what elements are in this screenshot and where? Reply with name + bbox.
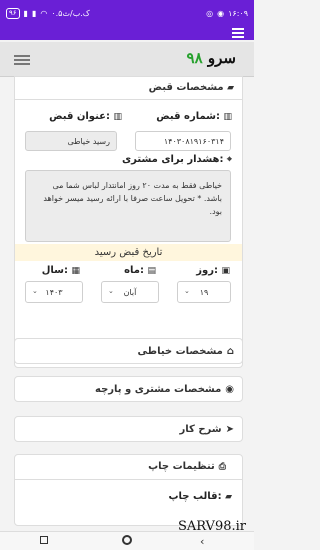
barcode-icon: ▥ [223, 111, 232, 122]
signal-icon-2: ▮ [31, 8, 37, 18]
customer-section[interactable]: مشخصات مشتری و پارچه ◉ [14, 376, 243, 402]
location-icon: ⌖ [226, 154, 232, 165]
chevron-down-icon: ⌄ [32, 287, 38, 295]
menu-icon[interactable] [14, 55, 30, 65]
year-label: سال: ▦ [41, 265, 80, 276]
customer-header: مشخصات مشتری و پارچه ◉ [95, 383, 234, 395]
day-select[interactable]: ⌄ ۱۹ [177, 281, 231, 303]
receipt-title-label: عنوان قبض: ▥ [49, 111, 122, 122]
month-label: ماه: ▤ [124, 265, 156, 276]
tailor-section[interactable]: مشخصات خیاطی ⌂ [14, 338, 243, 364]
job-header: شرح کار ➤ [179, 423, 234, 435]
status-bar: ۹۶ ▮ ▮ ◠ ۰.۵ک.ب/ث ◎ ◉ ۱۶:۰۹ [0, 0, 254, 26]
overflow-menu-icon[interactable] [232, 28, 244, 38]
home-button[interactable] [122, 535, 132, 545]
print-template-label: قالب چاپ: ▰ [168, 491, 232, 502]
year-select[interactable]: ⌄ ۱۴۰۳ [25, 281, 83, 303]
template-icon: ▰ [225, 491, 232, 502]
warning-label: هشدار برای مشتری: ⌖ [122, 154, 232, 165]
receipt-date-bar: تاریخ قبض رسید [15, 244, 242, 261]
calendar-icon: ▣ [221, 265, 230, 276]
day-label: روز: ▣ [196, 265, 230, 276]
wifi-icon: ◠ [40, 8, 48, 18]
app-header: ۹۸ سرو [0, 42, 254, 77]
toolbar-strip [0, 26, 254, 40]
calendar-year-icon: ▦ [71, 265, 80, 276]
chevron-down-icon: ⌄ [184, 287, 190, 295]
recents-button[interactable] [40, 536, 48, 544]
battery-indicator: ۹۶ [6, 7, 20, 19]
instagram-icon: ◎ [206, 8, 214, 18]
receipt-title-field[interactable]: رسید خیاطی [25, 131, 117, 151]
chevron-down-icon: ⌄ [108, 287, 114, 295]
brand-logo: ۹۸ سرو [186, 49, 236, 67]
back-button[interactable]: ‹ [200, 535, 204, 548]
print-settings-section[interactable]: تنظیمات چاپ ⎙ قالب چاپ: ▰ [14, 454, 243, 526]
tailor-header: مشخصات خیاطی ⌂ [137, 345, 234, 357]
book-icon: ▰ [227, 82, 234, 93]
home-icon: ⌂ [226, 345, 234, 357]
calendar-check-icon: ▤ [147, 265, 156, 276]
divider [15, 99, 242, 100]
barcode-icon-2: ▥ [113, 111, 122, 122]
status-left: ۹۶ ▮ ▮ ◠ ۰.۵ک.ب/ث [6, 7, 90, 19]
receipt-number-field[interactable]: ۱۴۰۳۰۸۱۹۱۶۰۳۱۴ [135, 131, 231, 151]
divider [15, 479, 242, 480]
receipt-card: مشخصات قبض ▰ شماره قبض: ▥ ۱۴۰۳۰۸۱۹۱۶۰۳۱۴… [14, 76, 243, 368]
month-select[interactable]: ⌄ آبان [101, 281, 159, 303]
signal-icon: ▮ [23, 8, 28, 18]
receipt-header: مشخصات قبض ▰ [148, 82, 234, 93]
clock: ۱۶:۰۹ [228, 8, 248, 18]
system-nav-bar: ‹ [0, 531, 254, 550]
job-section[interactable]: شرح کار ➤ [14, 416, 243, 442]
warning-textarea[interactable]: خیاطی فقط به مدت ۲۰ روز امانتدار لباس شم… [25, 170, 231, 242]
app-icon: ◉ [217, 8, 225, 18]
user-circle-icon: ◉ [225, 383, 234, 395]
network-speed: ۰.۵ک.ب/ث [51, 8, 90, 18]
printer-icon: ⎙ [218, 461, 226, 472]
rocket-icon: ➤ [225, 423, 234, 435]
status-right: ◎ ◉ ۱۶:۰۹ [206, 9, 248, 18]
receipt-number-label: شماره قبض: ▥ [156, 111, 232, 122]
print-header: تنظیمات چاپ ⎙ [148, 461, 226, 472]
